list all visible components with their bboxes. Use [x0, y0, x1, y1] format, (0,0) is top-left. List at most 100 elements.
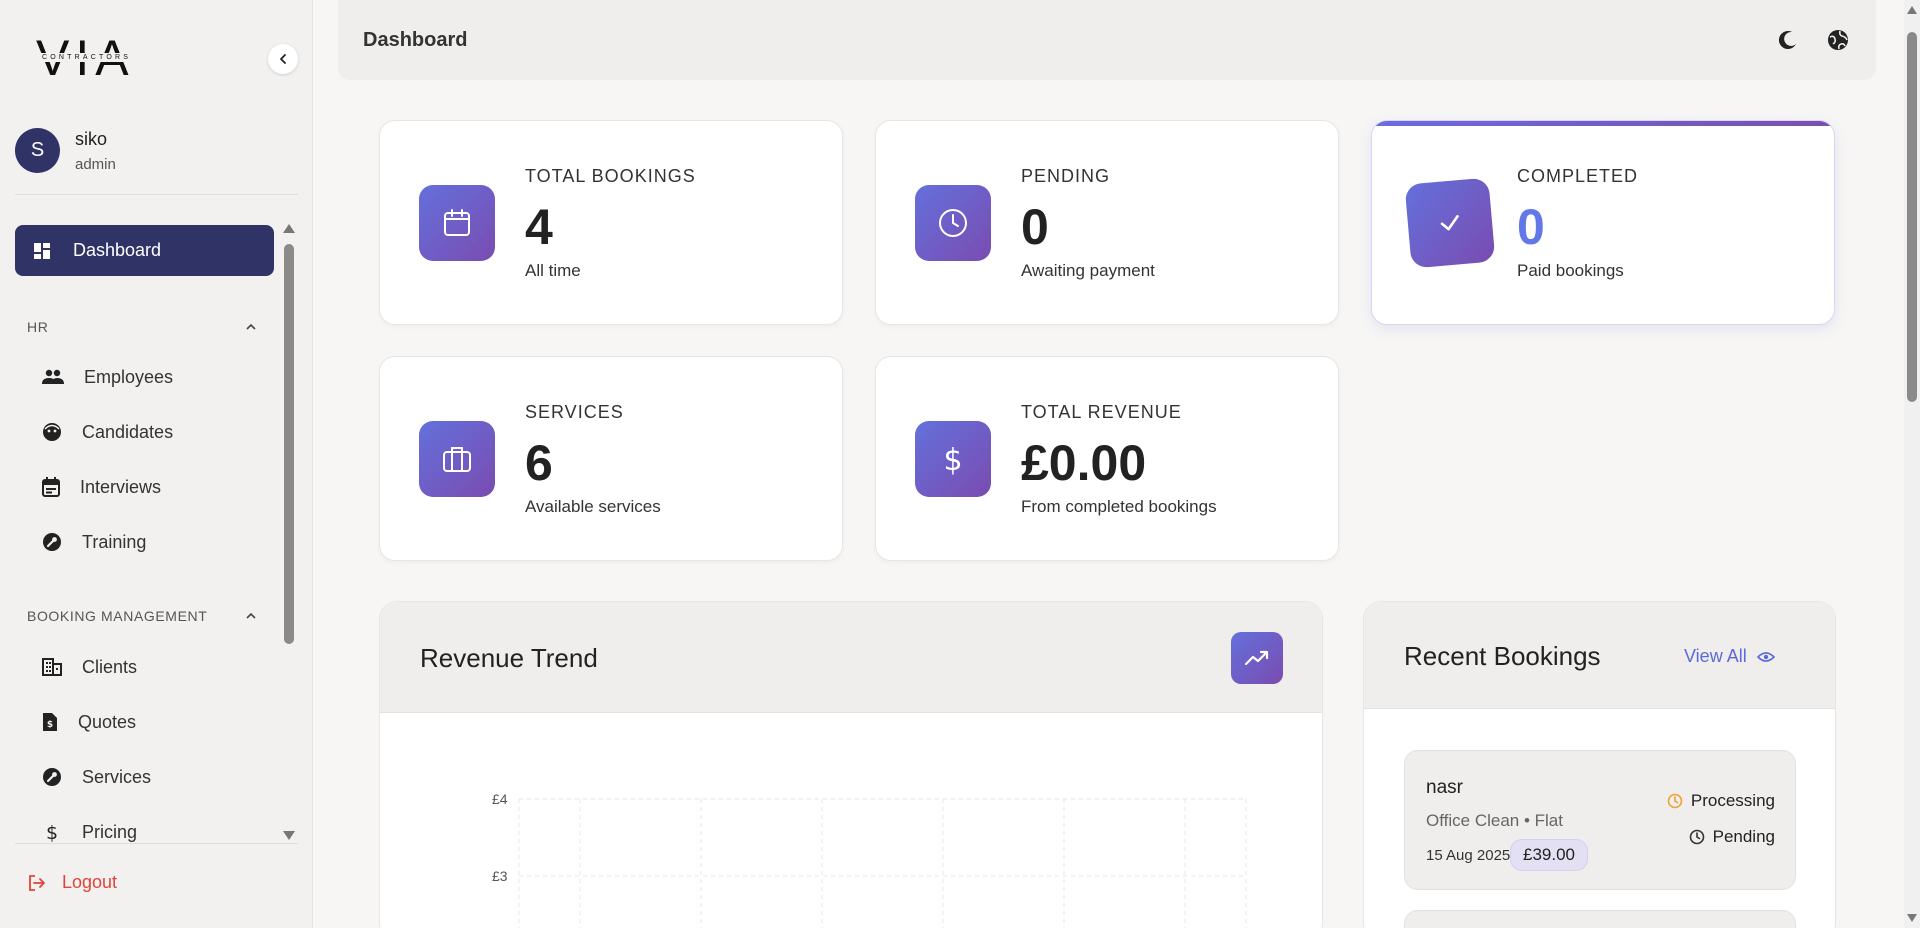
stat-card-pending[interactable]: PENDING 0 Awaiting payment: [875, 120, 1339, 325]
y-axis-tick: £4: [492, 791, 508, 807]
chevron-left-icon: [280, 54, 286, 64]
sidebar-divider: [15, 843, 298, 844]
avatar: S: [15, 128, 60, 173]
sidebar-item-label: Quotes: [78, 711, 137, 732]
stat-subtitle: All time: [525, 261, 581, 280]
scrollbar-thumb[interactable]: [284, 244, 294, 644]
sidebar-item-clients[interactable]: Clients: [42, 652, 137, 682]
logo-subtext: CONTRACTORS: [40, 53, 134, 62]
stat-subtitle: Available services: [525, 497, 661, 516]
logout-icon: [29, 874, 45, 891]
sidebar-item-quotes[interactable]: $ Quotes: [42, 707, 136, 737]
calendar-icon-badge: [419, 185, 495, 261]
clock-icon: [1689, 829, 1704, 845]
panel-title: Revenue Trend: [420, 643, 598, 673]
logout-label: Logout: [62, 872, 118, 892]
sidebar-item-label: Candidates: [82, 421, 174, 442]
briefcase-icon-badge: [419, 421, 495, 497]
logout-button[interactable]: Logout: [28, 872, 117, 893]
svg-text:$: $: [47, 720, 53, 730]
wrench-circle-icon: [43, 768, 61, 786]
booking-service: Office Clean • Flat: [1426, 811, 1563, 830]
dollar-icon-badge: $: [915, 421, 991, 497]
recent-bookings-panel: Recent Bookings View All nasr Office Cle…: [1363, 601, 1836, 928]
stat-value: 0: [1021, 199, 1049, 255]
scroll-up-arrow-icon[interactable]: [283, 224, 295, 233]
stat-subtitle: Paid bookings: [1517, 261, 1624, 280]
revenue-chart: [518, 798, 1247, 928]
view-all-label: View All: [1684, 646, 1747, 666]
dollar-icon: $: [943, 443, 962, 476]
wrench-circle-icon: [43, 533, 61, 551]
sidebar-item-services[interactable]: Services: [42, 762, 151, 792]
y-axis-tick: £3: [492, 868, 508, 884]
eye-icon: [1756, 651, 1775, 662]
status-badge-pending: Pending: [1689, 827, 1775, 847]
panel-title: Recent Bookings: [1404, 641, 1601, 671]
user-name: siko: [75, 128, 108, 149]
status-badge-processing: Processing: [1667, 791, 1775, 811]
chevron-up-icon: [246, 612, 256, 619]
sidebar-item-label: Dashboard: [73, 240, 162, 260]
scroll-down-arrow-icon[interactable]: [1907, 914, 1917, 922]
sidebar-nav: Dashboard HR Employees Candidates Interv…: [0, 222, 282, 842]
sidebar-item-label: Clients: [82, 656, 138, 677]
sidebar-item-label: Interviews: [80, 476, 162, 497]
section-title: BOOKING MANAGEMENT: [27, 608, 208, 624]
page-title: Dashboard: [363, 29, 468, 51]
scroll-up-arrow-icon[interactable]: [1907, 6, 1917, 14]
section-title: HR: [27, 319, 49, 335]
stat-subtitle: From completed bookings: [1021, 497, 1217, 516]
stat-card-total-bookings[interactable]: TOTAL BOOKINGS 4 All time: [379, 120, 843, 325]
sidebar-item-candidates[interactable]: Candidates: [42, 417, 173, 447]
stat-label: SERVICES: [525, 402, 624, 422]
sidebar-item-pricing[interactable]: $ Pricing: [42, 817, 137, 843]
user-profile: S siko admin: [15, 128, 116, 173]
panel-header: Revenue Trend: [380, 602, 1322, 713]
stat-card-completed[interactable]: COMPLETED 0 Paid bookings: [1371, 120, 1835, 325]
sidebar-item-employees[interactable]: Employees: [42, 362, 173, 392]
stat-label: PENDING: [1021, 166, 1111, 186]
booking-client-name: nasr: [1426, 777, 1463, 798]
top-header: Dashboard: [338, 0, 1876, 80]
trend-button[interactable]: [1231, 632, 1283, 684]
stat-subtitle: Awaiting payment: [1021, 261, 1155, 280]
collapse-sidebar-button[interactable]: [268, 44, 298, 74]
language-button[interactable]: [1824, 26, 1852, 54]
globe-icon: [1828, 30, 1848, 50]
page-scrollbar[interactable]: [1904, 0, 1920, 928]
stat-label: TOTAL BOOKINGS: [525, 166, 696, 186]
sidebar-item-interviews[interactable]: Interviews: [42, 472, 161, 502]
stat-label: TOTAL REVENUE: [1021, 402, 1182, 422]
building-icon: [42, 658, 62, 676]
section-header-hr[interactable]: HR: [27, 319, 257, 335]
briefcase-icon: [443, 447, 471, 472]
theme-toggle-button[interactable]: [1774, 26, 1802, 54]
app-logo[interactable]: VIA CONTRACTORS: [36, 32, 142, 84]
sidebar-item-training[interactable]: Training: [42, 527, 146, 557]
stat-value: 0: [1517, 199, 1545, 255]
stat-card-total-revenue[interactable]: $ TOTAL REVENUE £0.00 From completed boo…: [875, 356, 1339, 561]
booking-card[interactable]: nasr Office Clean • Flat 15 Aug 2025 £39…: [1404, 750, 1796, 890]
sidebar-item-dashboard[interactable]: Dashboard: [15, 225, 274, 276]
sidebar-divider: [15, 194, 298, 195]
booking-card[interactable]: [1404, 910, 1796, 928]
clock-icon-badge: [915, 185, 991, 261]
sidebar-item-label: Services: [82, 766, 152, 787]
scrollbar-thumb[interactable]: [1907, 32, 1917, 402]
booking-price-badge: £39.00: [1510, 839, 1588, 871]
stat-card-services[interactable]: SERVICES 6 Available services: [379, 356, 843, 561]
revenue-trend-panel: Revenue Trend £4 £3: [379, 601, 1323, 928]
sidebar-scrollbar[interactable]: [282, 222, 296, 842]
svg-text:$: $: [46, 822, 58, 842]
booking-date: 15 Aug 2025: [1426, 847, 1511, 864]
view-all-link[interactable]: View All: [1684, 646, 1775, 667]
scroll-down-arrow-icon[interactable]: [283, 831, 295, 840]
status-label: Pending: [1712, 827, 1775, 846]
svg-text:$: $: [943, 443, 962, 476]
clock-icon: [1667, 793, 1683, 809]
stat-label: COMPLETED: [1517, 166, 1639, 186]
people-icon: [42, 369, 64, 384]
check-icon: [1440, 215, 1459, 231]
section-header-booking-management[interactable]: BOOKING MANAGEMENT: [27, 608, 257, 624]
